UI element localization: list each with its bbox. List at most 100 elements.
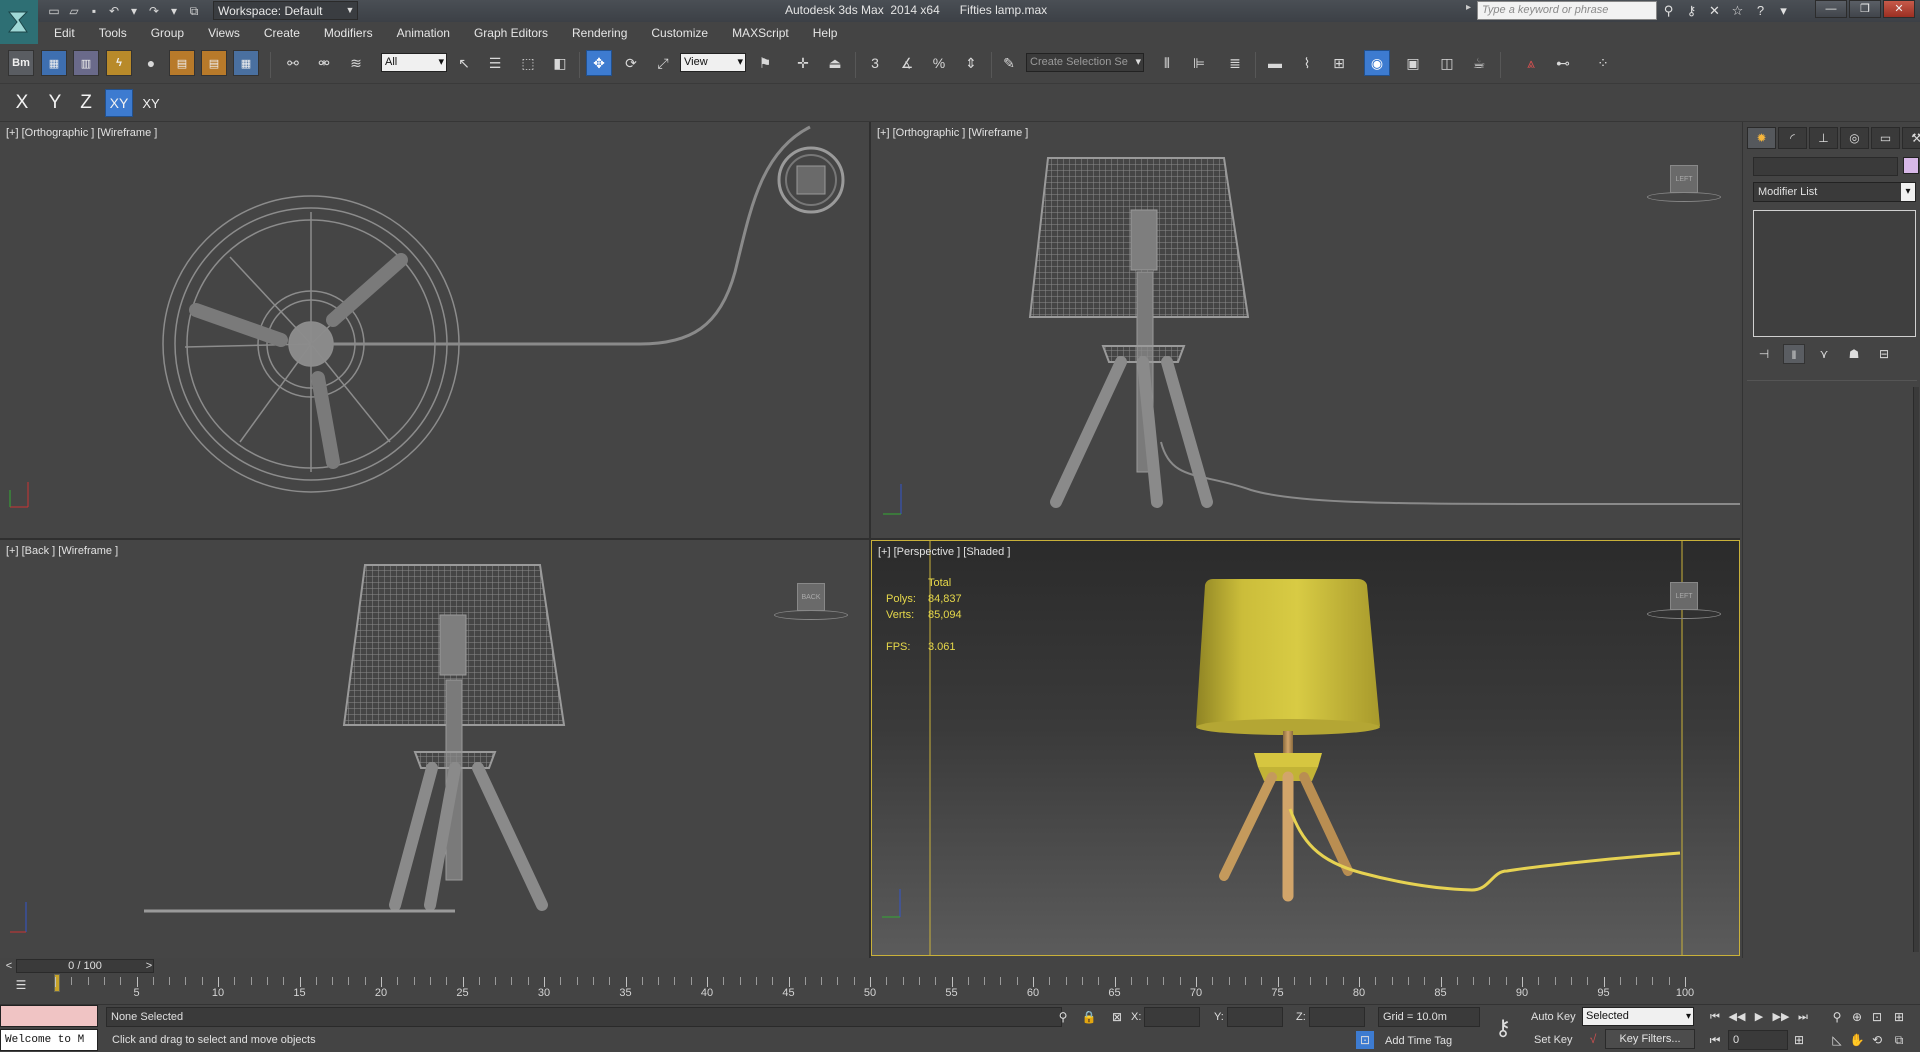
key-filters-button[interactable]: Key Filters... <box>1605 1029 1695 1049</box>
select-scale-icon[interactable]: ⤢ <box>650 50 676 76</box>
exchange-icon[interactable]: ✕ <box>1706 2 1723 19</box>
maxscript-output[interactable]: Welcome to M <box>0 1029 98 1051</box>
redo-icon[interactable]: ↷ <box>146 3 162 19</box>
go-to-start-icon[interactable]: ⏮ <box>1706 1008 1724 1026</box>
axis-z-button[interactable]: Z <box>72 89 100 117</box>
rendered-frame-window-icon[interactable]: ◫ <box>1434 50 1460 76</box>
select-move-icon[interactable]: ✥ <box>586 50 612 76</box>
viewcube-compass-icon[interactable] <box>1647 192 1721 202</box>
manipulate-icon[interactable]: ✛ <box>790 50 816 76</box>
viewport-bottom-left[interactable]: [+] [Back ] [Wireframe ] BACK <box>0 540 869 958</box>
select-by-name-icon[interactable]: ☰ <box>482 50 508 76</box>
utilities-tab-icon[interactable]: ⚒ <box>1902 127 1920 149</box>
menu-item-edit[interactable]: Edit <box>38 22 87 44</box>
snap-toggle-icon[interactable]: 3 <box>862 50 888 76</box>
selection-filter-dropdown[interactable]: All <box>381 53 447 72</box>
next-frame-icon[interactable]: > <box>142 959 156 973</box>
key-mode-dropdown[interactable]: Selected <box>1582 1007 1694 1026</box>
pan-view-icon[interactable]: ✋ <box>1848 1031 1866 1049</box>
maxscript-listener-input[interactable] <box>0 1005 98 1027</box>
named-selection-dropdown[interactable]: Create Selection Se <box>1026 53 1144 72</box>
rectangular-selection-icon[interactable]: ⬚ <box>515 50 541 76</box>
viewcube-compass-icon[interactable] <box>1647 609 1721 619</box>
edit-named-selection-icon[interactable]: ✎ <box>996 50 1022 76</box>
x-coordinate-field[interactable] <box>1144 1007 1200 1027</box>
viewcube-icon[interactable]: LEFT <box>1670 582 1698 610</box>
command-panel-scrollbar[interactable] <box>1913 387 1919 952</box>
create-tab-icon[interactable]: ✹ <box>1747 127 1776 149</box>
curve-editor-icon[interactable]: ⌇ <box>1294 50 1320 76</box>
orbit-icon[interactable]: ⟲ <box>1868 1031 1886 1049</box>
menu-item-views[interactable]: Views <box>196 22 252 44</box>
previous-key-icon[interactable]: ◀◀ <box>1728 1008 1746 1026</box>
binoculars-icon[interactable]: ⚲ <box>1660 2 1677 19</box>
minimize-button[interactable]: — <box>1815 0 1847 18</box>
undo-dropdown-icon[interactable]: ▾ <box>126 3 142 19</box>
current-frame-field[interactable]: 0 <box>1728 1030 1788 1050</box>
link-icon[interactable]: ⚯ <box>280 50 306 76</box>
key-icon[interactable]: ⚷ <box>1683 2 1700 19</box>
render-icon[interactable]: ▥ <box>73 50 99 76</box>
go-to-end-icon[interactable]: ⏭ <box>1794 1008 1812 1026</box>
ribbon-toggle-icon[interactable]: ▬ <box>1262 50 1288 76</box>
viewport-label[interactable]: [+] [Orthographic ] [Wireframe ] <box>6 127 157 139</box>
adaptive-degradation-icon[interactable]: ⊡ <box>1356 1031 1374 1049</box>
project-folder-icon[interactable]: ⧉ <box>186 3 202 19</box>
particle-view-icon[interactable]: ⁘ <box>1590 50 1616 76</box>
time-slider-bar[interactable]: 0 / 100 <box>16 959 154 973</box>
z-coordinate-field[interactable] <box>1309 1007 1365 1027</box>
workspace-dropdown[interactable]: Workspace: Default <box>213 1 358 20</box>
open-file-icon[interactable]: ▱ <box>66 3 82 19</box>
remove-modifier-icon[interactable]: ☗ <box>1843 344 1865 364</box>
next-key-icon[interactable]: ▶▶ <box>1772 1008 1790 1026</box>
axis-x-button[interactable]: X <box>8 89 36 117</box>
layer-manager-icon[interactable]: ≣ <box>1222 50 1248 76</box>
key-mode-toggle-icon[interactable]: ⏮ <box>1706 1031 1724 1049</box>
motion-tab-icon[interactable]: ◎ <box>1840 127 1869 149</box>
viewport-splitter-horizontal[interactable] <box>0 538 1740 540</box>
viewport-bottom-right[interactable]: [+] [Perspective ] [Shaded ] Total Polys… <box>871 540 1740 956</box>
spinner-snap-icon[interactable]: ⇕ <box>958 50 984 76</box>
restore-button[interactable]: ❐ <box>1849 0 1881 18</box>
window-crossing-icon[interactable]: ◧ <box>547 50 573 76</box>
time-configuration-icon[interactable]: ⊞ <box>1790 1031 1808 1049</box>
viewcube-icon[interactable]: BACK <box>797 583 825 611</box>
help-icon[interactable]: ? <box>1752 2 1769 19</box>
make-unique-icon[interactable]: ⋎ <box>1813 344 1835 364</box>
schematic-view-icon[interactable]: ⊞ <box>1326 50 1352 76</box>
axis-y-button[interactable]: Y <box>41 89 69 117</box>
object-name-field[interactable] <box>1753 157 1898 176</box>
previous-frame-icon[interactable]: < <box>2 959 16 973</box>
viewport-label[interactable]: [+] [Perspective ] [Shaded ] <box>878 546 1010 558</box>
bm-button[interactable]: Bm <box>8 50 34 76</box>
viewcube-compass-icon[interactable] <box>774 610 848 620</box>
transform-mode-icon[interactable]: ⊠ <box>1108 1008 1126 1026</box>
display-tab-icon[interactable]: ▭ <box>1871 127 1900 149</box>
menu-item-create[interactable]: Create <box>252 22 312 44</box>
populate-icon[interactable]: ⩓ <box>1518 50 1544 76</box>
y-coordinate-field[interactable] <box>1227 1007 1283 1027</box>
auto-key-button[interactable]: Auto Key <box>1531 1011 1576 1023</box>
align-icon[interactable]: ⊫ <box>1186 50 1212 76</box>
keyboard-shortcut-icon[interactable]: ⏏ <box>822 50 848 76</box>
bin-icon[interactable]: ▦ <box>233 50 259 76</box>
maximize-viewport-icon[interactable]: ⧉ <box>1890 1031 1908 1049</box>
viewport-label[interactable]: [+] [Back ] [Wireframe ] <box>6 545 118 557</box>
close-button[interactable]: ✕ <box>1883 0 1915 18</box>
track-bar-menu-icon[interactable]: ☰ <box>10 978 32 998</box>
viewport-label[interactable]: [+] [Orthographic ] [Wireframe ] <box>877 127 1028 139</box>
zoom-extents-icon[interactable]: ⊡ <box>1868 1008 1886 1026</box>
set-key-icon[interactable]: ⚷ <box>1488 1013 1518 1043</box>
sphere-icon[interactable]: ● <box>138 50 164 76</box>
modify-tab-icon[interactable]: ◜ <box>1778 127 1807 149</box>
isolate-selection-icon[interactable]: ⚲ <box>1054 1008 1072 1026</box>
menu-item-modifiers[interactable]: Modifiers <box>312 22 385 44</box>
reference-coordinate-dropdown[interactable]: View <box>680 53 746 72</box>
angle-snap-icon[interactable]: ∡ <box>894 50 920 76</box>
select-object-icon[interactable]: ↖ <box>451 50 477 76</box>
modifier-list-dropdown[interactable]: Modifier List <box>1753 182 1916 202</box>
render-production-icon[interactable]: ☕ <box>1466 50 1492 76</box>
unlink-icon[interactable]: ⚮ <box>311 50 337 76</box>
add-time-tag-button[interactable]: Add Time Tag <box>1385 1035 1452 1047</box>
pivot-center-icon[interactable]: ⚑ <box>752 50 778 76</box>
